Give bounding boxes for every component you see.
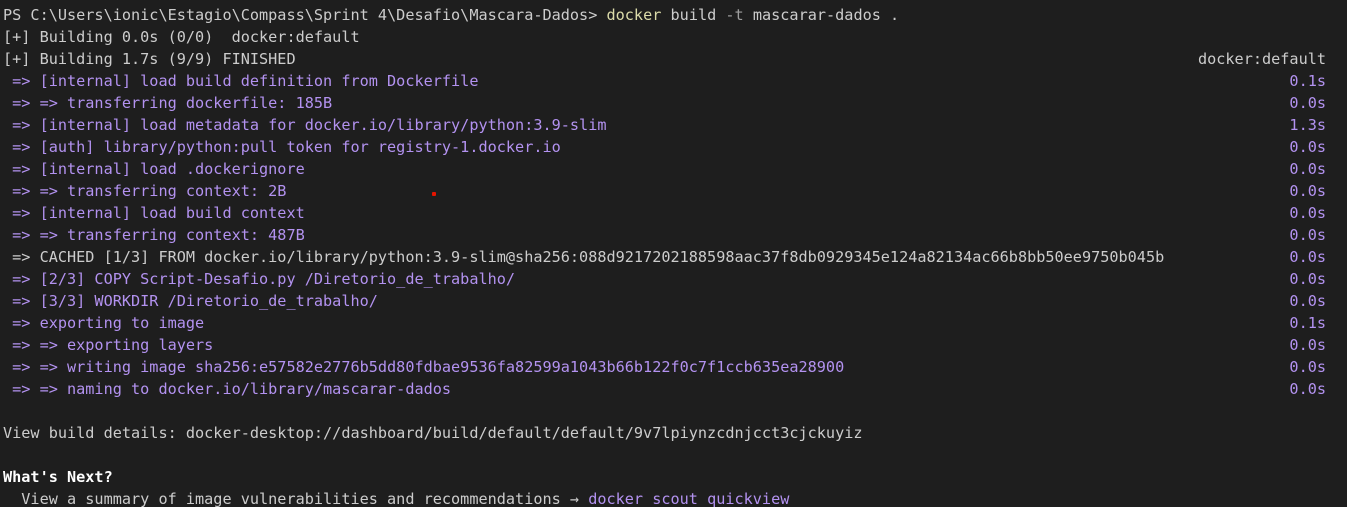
building-context: docker:default (1197, 50, 1326, 68)
build-step-text: => [internal] load metadata for docker.i… (3, 116, 607, 134)
build-step-time: 0.1s (1289, 72, 1326, 90)
build-step-time: 0.0s (1289, 160, 1326, 178)
hint-text: View a summary of image vulnerabilities … (3, 490, 589, 507)
build-step-time: 0.0s (1289, 270, 1326, 288)
build-step-time: 0.0s (1289, 226, 1326, 244)
build-step-text: => => transferring context: 2B (3, 182, 287, 200)
build-step-text: => => transferring context: 487B (3, 226, 305, 244)
prompt-path: PS C:\Users\ionic\Estagio\Compass\Sprint… (3, 6, 598, 24)
whats-next-hint: View a summary of image vulnerabilities … (3, 488, 789, 507)
build-step-text: => => exporting layers (3, 336, 214, 354)
whats-next-heading: What's Next? (3, 468, 113, 486)
command-args: mascarar-dados . (752, 6, 900, 24)
terminal-window[interactable]: PS C:\Users\ionic\Estagio\Compass\Sprint… (0, 0, 1347, 507)
build-step-text: => => transferring dockerfile: 185B (3, 94, 333, 112)
building-initial-line: [+] Building 0.0s (0/0) docker:default (3, 28, 360, 46)
build-step-time: 0.0s (1289, 182, 1326, 200)
build-step-text: => => naming to docker.io/library/mascar… (3, 380, 452, 398)
command-subcommand: build (670, 6, 717, 24)
building-finished-line: [+] Building 1.7s (9/9) FINISHED (3, 50, 296, 68)
build-step-time: 1.3s (1289, 116, 1326, 134)
build-step-time: 0.0s (1289, 94, 1326, 112)
build-step-text: => [3/3] WORKDIR /Diretorio_de_trabalho/ (3, 292, 378, 310)
build-step-time: 0.0s (1289, 138, 1326, 156)
build-step-text: => CACHED [1/3] FROM docker.io/library/p… (3, 248, 1165, 266)
build-step-time: 0.0s (1289, 380, 1326, 398)
mouse-cursor-marker (432, 192, 436, 196)
build-step-time: 0.1s (1289, 314, 1326, 332)
command-name: docker (606, 6, 662, 24)
build-step-time: 0.0s (1289, 336, 1326, 354)
build-step-time: 0.0s (1289, 204, 1326, 222)
build-step-text: => [2/3] COPY Script-Desafio.py /Diretor… (3, 270, 516, 288)
build-step-text: => [auth] library/python:pull token for … (3, 138, 561, 156)
build-step-text: => => writing image sha256:e57582e2776b5… (3, 358, 845, 376)
build-step-text: => [internal] load build context (3, 204, 305, 222)
prompt-line: PS C:\Users\ionic\Estagio\Compass\Sprint… (3, 4, 899, 26)
build-step-text: => [internal] load build definition from… (3, 72, 479, 90)
build-step-time: 0.0s (1289, 358, 1326, 376)
build-step-time: 0.0s (1289, 248, 1326, 266)
scout-quickview-command[interactable]: docker scout quickview (588, 490, 789, 507)
build-step-text: => [internal] load .dockerignore (3, 160, 305, 178)
build-step-time: 0.0s (1289, 292, 1326, 310)
build-step-text: => exporting to image (3, 314, 205, 332)
command-flag: -t (725, 6, 744, 24)
build-details-line[interactable]: View build details: docker-desktop://das… (3, 422, 863, 444)
